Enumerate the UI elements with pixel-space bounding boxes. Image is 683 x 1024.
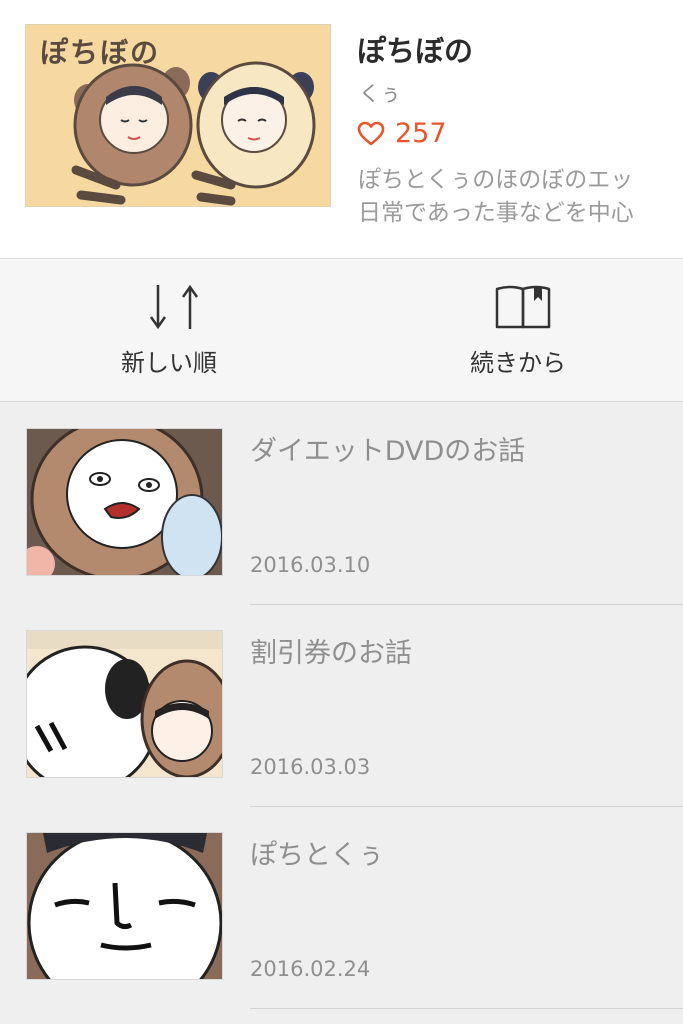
episode-thumbnail-art: [27, 631, 222, 777]
episode-date: 2016.02.24: [250, 957, 371, 981]
description-line: 日常であった事などを中心: [358, 200, 634, 226]
episode-title: ぽちとくぅ: [250, 840, 385, 871]
episode-date: 2016.03.10: [250, 553, 371, 577]
series-title: ぽちぼの: [357, 34, 474, 68]
heart-outline-icon: [357, 121, 385, 145]
open-book-icon: [495, 285, 551, 329]
episode-thumbnail-art: [27, 833, 222, 979]
episode-thumbnail: [26, 630, 223, 778]
episode-item[interactable]: ダイエットDVDのお話 2016.03.10: [0, 403, 683, 605]
episode-thumbnail-art: [27, 429, 222, 575]
sort-arrows-icon: [149, 284, 199, 330]
series-header: ぽちぼの ぽちぼの くぅ 257 ぽちとくぅのほのぼのエッ 日常であった事などを…: [0, 0, 683, 259]
divider: [250, 1008, 683, 1009]
continue-reading-button[interactable]: 続きから: [342, 259, 683, 402]
description-line: ぽちとくぅのほのぼのエッ: [358, 167, 634, 193]
episode-item[interactable]: 割引券のお話 2016.03.03: [0, 605, 683, 807]
episode-date: 2016.03.03: [250, 755, 371, 779]
series-author[interactable]: くぅ: [359, 78, 401, 108]
series-cover-image: ぽちぼの: [25, 24, 331, 207]
likes-count: 257: [395, 118, 447, 149]
sort-newest-button[interactable]: 新しい順: [0, 259, 341, 402]
episode-title: 割引券のお話: [250, 638, 412, 669]
list-toolbar: 新しい順 続きから: [0, 259, 683, 402]
sort-newest-label: 新しい順: [121, 349, 217, 377]
episode-item[interactable]: ぽちとくぅ 2016.02.24: [0, 807, 683, 1009]
cover-logo-text: ぽちぼの: [40, 36, 161, 69]
episode-thumbnail: [26, 428, 223, 576]
episode-title: ダイエットDVDのお話: [250, 436, 526, 467]
series-description: ぽちとくぅのほのぼのエッ 日常であった事などを中心: [358, 164, 683, 230]
likes-counter[interactable]: 257: [357, 118, 447, 149]
episode-thumbnail: [26, 832, 223, 980]
continue-reading-label: 続きから: [470, 349, 566, 377]
